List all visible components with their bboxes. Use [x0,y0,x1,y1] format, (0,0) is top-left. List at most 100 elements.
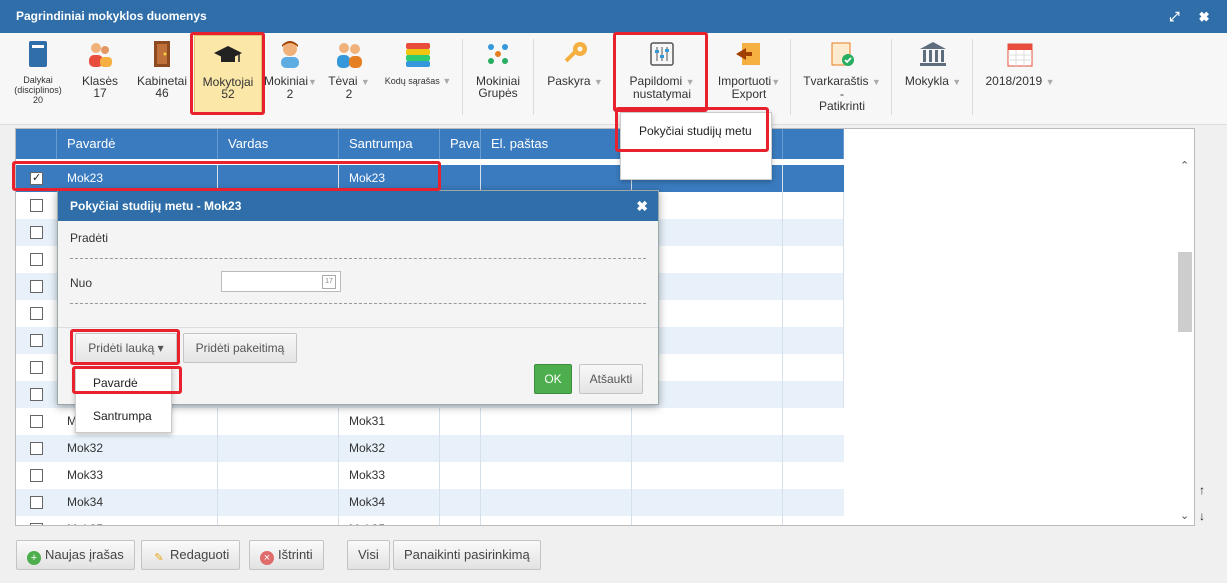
scroll-thumb[interactable] [1178,252,1192,332]
separator [790,39,791,115]
row-checkbox[interactable] [30,334,43,347]
delete-button[interactable]: × Ištrinti [249,540,324,570]
toolbar: Dalykai (disciplinos) 20 Klasės 17 Kabin… [0,33,1227,125]
all-button[interactable]: Visi [347,540,390,570]
scroll-top-icon[interactable]: ↑ [1199,484,1205,496]
header-el-pastas[interactable]: El. paštas [481,129,632,159]
row-checkbox[interactable] [30,469,43,482]
cell-el-pastas [481,462,632,489]
header-extra-col[interactable] [783,129,844,159]
toolbar-paskyra[interactable]: Paskyra ▼ [542,35,608,88]
separator [533,39,534,115]
ok-button[interactable]: OK [534,364,572,394]
header-pavarde[interactable]: Pavardė [57,129,218,159]
toolbar-dalykai[interactable]: Dalykai (disciplinos) 20 [10,35,66,105]
dalykai-count: 20 [32,95,43,105]
cell-vardas [218,489,339,516]
row-checkbox[interactable] [30,226,43,239]
cell-vardas [218,516,339,525]
toolbar-grupes[interactable]: Mokiniai Grupės [470,35,526,99]
toolbar-kodu-sarasas[interactable]: Kodų sąrašas ▼ [380,35,456,87]
cell-extra [632,489,783,516]
bottom-bar: + Naujas įrašas ✎ Redaguoti × Ištrinti Visi… [0,534,1227,583]
stack-icon [406,43,430,67]
cell-pavarde: Mok32 [57,435,218,462]
toolbar-papildomi-nustatymai[interactable]: Papildomi ▼ nustatymai [620,35,704,100]
cell-vardas [218,165,339,192]
row-checkbox[interactable] [30,523,43,525]
import-label-2: Export [731,87,767,101]
row-checkbox[interactable] [30,171,43,185]
toolbar-mokykla[interactable]: Mokykla ▼ [898,35,968,88]
window-controls[interactable]: ⤢ ✖ [1169,0,1217,33]
header-select-col[interactable] [16,129,57,159]
sliders-icon [650,42,674,66]
cell-pava [440,435,481,462]
toolbar-mokytojai[interactable]: Mokytojai 52 [194,35,262,113]
toolbar-tvarkarastis[interactable]: Tvarkaraštis ▼ - Patikrinti [798,35,886,112]
header-pava[interactable]: Pava [440,129,481,159]
row-checkbox[interactable] [30,280,43,293]
nuo-date-input[interactable]: 17 [221,271,341,292]
chevron-down-icon: ▼ [593,77,603,87]
cell-el-pastas [481,408,632,435]
toolbar-kabinetai[interactable]: Kabinetai 46 [133,35,191,99]
cell-extra [783,219,844,246]
parents-icon [337,43,362,68]
close-icon[interactable]: ✖ [636,191,648,221]
row-checkbox[interactable] [30,415,43,428]
table-row[interactable]: Mok34 Mok34 [16,489,844,516]
add-change-button[interactable]: Pridėti pakeitimą [183,333,297,363]
cancel-button[interactable]: Atšaukti [579,364,643,394]
add-field-button[interactable]: Pridėti lauką ▾ [75,333,177,363]
menu-item-pokyciai[interactable]: Pokyčiai studijų metu [621,113,771,149]
tvark-label-3: Patikrinti [818,99,865,113]
cell-vardas [218,462,339,489]
cell-extra [783,354,844,381]
table-row[interactable]: Mok33 Mok33 [16,462,844,489]
dalykai-label-1: Dalykai [23,75,53,85]
header-santrumpa[interactable]: Santrumpa [339,129,440,159]
separator [972,39,973,115]
row-checkbox[interactable] [30,442,43,455]
chevron-down-icon: ▼ [871,77,881,87]
cell-extra [783,381,844,408]
toolbar-klases[interactable]: Klasės 17 [74,35,126,99]
calendar-icon[interactable]: 17 [322,275,336,289]
row-checkbox[interactable] [30,388,43,401]
dropdown-item-pavarde[interactable]: Pavardė [76,370,171,396]
grid-scrollbar[interactable]: ⌃ ⌄ [1176,157,1194,522]
school-building-icon [920,42,946,66]
row-checkbox[interactable] [30,253,43,266]
metai-label: 2018/2019 ▼ [985,74,1055,88]
edit-button[interactable]: ✎ Redaguoti [141,540,241,570]
schedule-check-icon [831,42,854,66]
scroll-down-icon[interactable]: ⌄ [1180,509,1189,522]
scroll-bottom-icon[interactable]: ↓ [1199,510,1205,522]
toolbar-tevai[interactable]: Tėvai ▼ 2 [324,35,374,100]
papildomi-menu: Pokyčiai studijų metu [620,112,772,180]
new-record-button[interactable]: + Naujas įrašas [16,540,135,570]
table-row[interactable]: Mok32 Mok32 [16,435,844,462]
clear-selection-button[interactable]: Panaikinti pasirinkimą [393,540,541,570]
row-checkbox[interactable] [30,361,43,374]
mokykla-label: Mokykla ▼ [904,74,962,88]
cell-pavarde: Mok34 [57,489,218,516]
window-title: Pagrindiniai mokyklos duomenys [16,9,207,23]
cell-extra [632,462,783,489]
table-row[interactable]: Mok35 Mok35 [16,516,844,525]
row-checkbox[interactable] [30,307,43,320]
chevron-down-icon: ▼ [442,76,452,86]
dialog-titlebar: Pokyčiai studijų metu - Mok23 ✖ [58,191,658,221]
close-icon: × [260,551,274,565]
header-vardas[interactable]: Vardas [218,129,339,159]
toolbar-mokiniai[interactable]: Mokiniai▼ 2 [264,35,317,100]
separator [462,39,463,115]
toolbar-import-export[interactable]: Importuoti▼ Export [716,35,782,100]
row-checkbox[interactable] [30,199,43,212]
dropdown-item-santrumpa[interactable]: Santrumpa [76,403,171,429]
scroll-up-icon[interactable]: ⌃ [1180,159,1189,172]
row-checkbox[interactable] [30,496,43,509]
graduation-cap-icon [214,46,242,62]
toolbar-school-year[interactable]: 2018/2019 ▼ [980,35,1060,88]
